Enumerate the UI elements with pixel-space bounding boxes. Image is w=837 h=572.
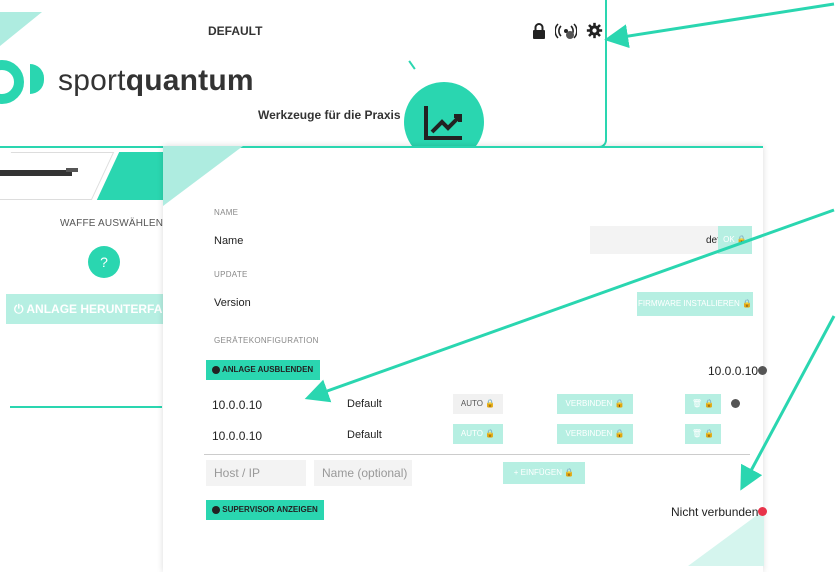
annotation-arrows	[304, 2, 836, 491]
